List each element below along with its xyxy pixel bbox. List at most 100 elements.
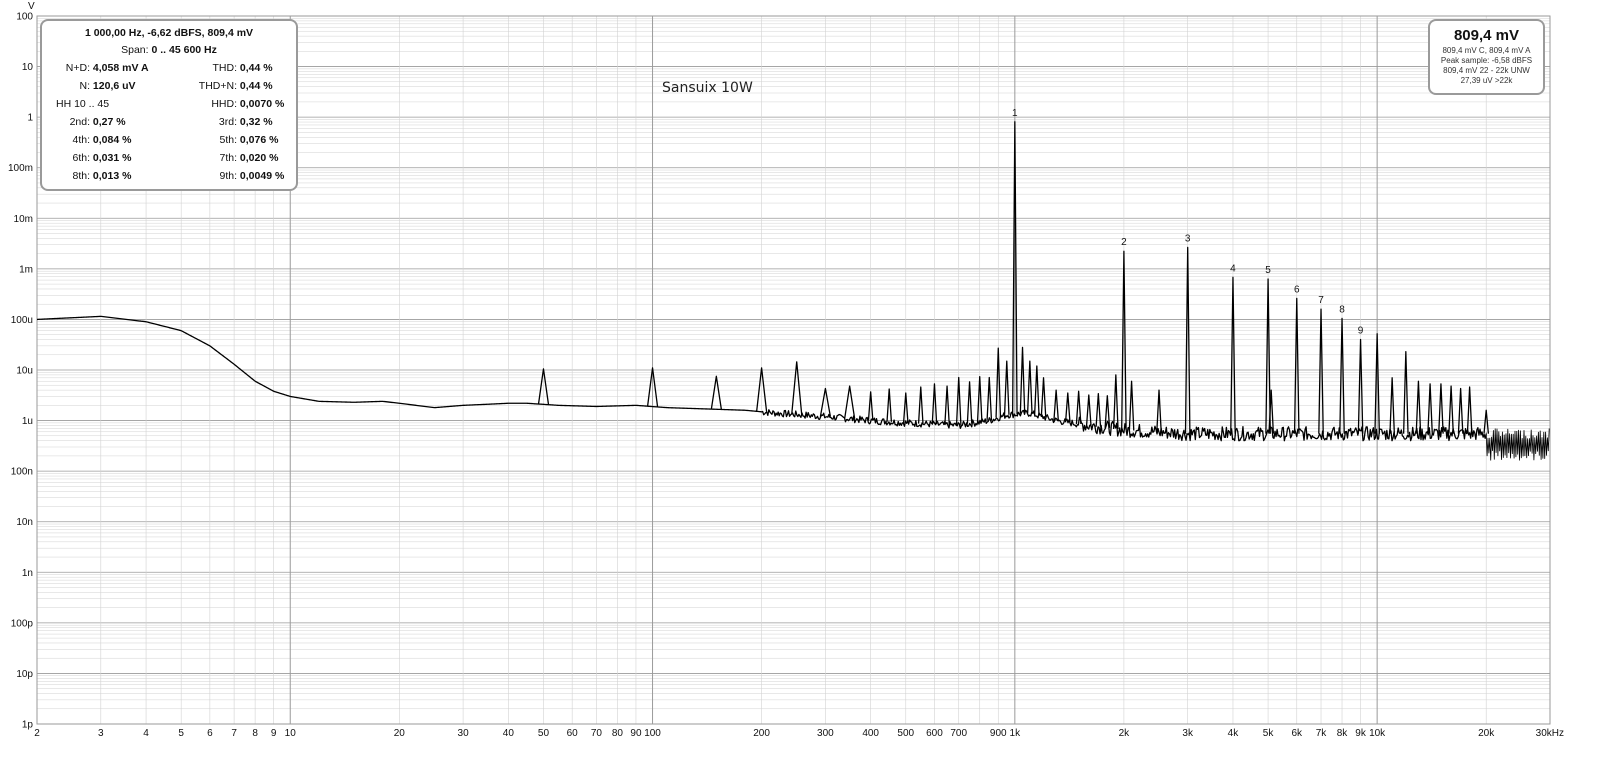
stat-value: 120,6 uV [92,80,136,92]
y-tick-label: 10n [16,517,33,528]
stats-cell: 3rd: 0,32 % [169,113,296,131]
stat-value: 0,013 % [92,170,132,182]
x-tick-label: 30kHz [1536,728,1564,739]
x-tick-label: 60 [567,728,579,739]
x-axis: 2 3 4 5 6 7 8 9 10 20 30 40 50 60 70 80 90 100 200 300 400 50… [34,728,1564,739]
harmonic-label: 9 [1358,326,1364,337]
stat-value: 0,44 % [239,80,273,92]
x-tick-label: 20 [394,728,406,739]
stat-key: HHD: [211,98,237,110]
stats-row: 6th: 0,031 % 7th: 0,020 % [42,149,296,167]
stat-value: 0,0070 % [239,98,285,110]
meter-line-2: Peak sample: -6,58 dBFS [1440,56,1533,65]
stat-key: HH 10 .. 45 [56,98,110,110]
y-tick-label: 10m [14,214,33,225]
stats-row: 4th: 0,084 % 5th: 0,076 % [42,131,296,149]
y-tick-label: 1u [22,416,33,427]
span-label: Span: [121,44,149,56]
stat-key: 7th: [219,152,237,164]
stats-header: 1 000,00 Hz, -6,62 dBFS, 809,4 mV [84,27,254,39]
meter-line-3: 809,4 mV 22 - 22k UNW [1443,66,1530,75]
harmonic-label: 1 [1012,108,1018,119]
x-tick-label: 7k [1316,728,1328,739]
spectral-peak [1019,346,1026,414]
y-axis-unit-label: V [28,1,35,12]
stats-cell: 9th: 0,0049 % [169,167,296,185]
y-tick-label: 1n [22,568,33,579]
spectral-peak [1438,383,1444,434]
stats-cell: 5th: 0,076 % [169,131,296,149]
spectral-peak [1466,386,1473,434]
x-tick-label: 20k [1478,728,1495,739]
x-tick-label: 4k [1228,728,1240,739]
spectral-peak [844,385,856,419]
spectral-peak [966,381,973,424]
x-tick-label: 10 [285,728,297,739]
spectral-peak [1033,365,1040,416]
spectral-peak [1448,385,1454,434]
stats-row: N: 120,6 uV THD+N: 0,44 % [42,77,296,95]
x-tick-label: 700 [950,728,967,739]
x-tick-label: 10k [1369,728,1386,739]
span-value: 0 .. 45 600 Hz [151,44,217,56]
spectral-peak [1415,380,1422,434]
x-tick-label: 50 [538,728,550,739]
y-tick-label: 100p [11,618,34,629]
stats-cell: 7th: 0,020 % [169,149,296,167]
spectral-peak [1003,360,1010,415]
y-tick-label: 100n [11,467,33,478]
stats-row: N+D: 4,058 mV A THD: 0,44 % [42,59,296,77]
meter-line-4: 27,39 uV >22k [1460,76,1513,85]
x-tick-label: 9 [271,728,277,739]
level-meter-panel[interactable]: 809,4 mV 809,4 mV C, 809,4 mV A Peak sam… [1428,19,1545,95]
spectral-peak [1457,387,1464,434]
stat-value: 0,076 % [239,134,279,146]
y-tick-label: 10 [22,62,34,73]
spectral-peak [1040,377,1047,418]
harmonic-label: 2 [1121,237,1127,248]
stat-value: 0,44 % [239,62,273,74]
stats-cell: HH 10 .. 45 [42,95,169,113]
level-value: 809,4 mV [1453,27,1520,44]
x-tick-label: 80 [612,728,624,739]
spectral-peak [1427,383,1433,434]
span-line: Span: 0 .. 45 600 Hz [42,42,296,59]
stats-cell: 6th: 0,031 % [42,149,169,167]
x-tick-label: 4 [143,728,149,739]
stat-key: 5th: [219,134,237,146]
x-tick-label: 6k [1291,728,1303,739]
x-tick-label: 100 [644,728,661,739]
stat-value: 4,058 mV A [92,62,149,74]
stat-value: 0,27 % [92,116,126,128]
x-tick-label: 1k [1010,728,1022,739]
x-tick-label: 8k [1337,728,1349,739]
y-tick-label: 1m [19,264,33,275]
stat-key: 3rd: [218,116,237,128]
stat-key: 6th: [72,152,90,164]
x-tick-label: 30 [458,728,470,739]
stat-value: 0,031 % [92,152,132,164]
x-tick-label: 7 [231,728,237,739]
harmonic-label: 4 [1230,263,1236,274]
stat-key: THD: [212,62,238,74]
stat-key: 9th: [219,170,237,182]
spectral-peak [1064,392,1071,423]
stats-cell: 2nd: 0,27 % [42,113,169,131]
x-tick-label: 500 [897,728,914,739]
spectral-peak [986,376,993,421]
y-tick-label: 100m [8,163,33,174]
y-tick-label: 10p [16,669,33,680]
stat-value: 0,084 % [92,134,132,146]
x-tick-label: 200 [753,728,770,739]
stats-panel[interactable]: 1 000,00 Hz, -6,62 dBFS, 809,4 mV Span: … [40,19,298,191]
stats-cell: N+D: 4,058 mV A [42,59,169,77]
stats-cell: THD: 0,44 % [169,59,296,77]
stat-value: 0,020 % [239,152,279,164]
x-tick-label: 2 [34,728,40,739]
y-axis: V 100 10 1 100m 10m 1m 100u 10u 1u 100n 10n 1n 100p 1… [8,1,35,731]
stats-cell: THD+N: 0,44 % [169,77,296,95]
x-tick-label: 5k [1263,728,1275,739]
stats-row: HH 10 .. 45 HHD: 0,0070 % [42,95,296,113]
stats-cell: HHD: 0,0070 % [169,95,296,113]
y-tick-label: 100 [16,12,33,23]
